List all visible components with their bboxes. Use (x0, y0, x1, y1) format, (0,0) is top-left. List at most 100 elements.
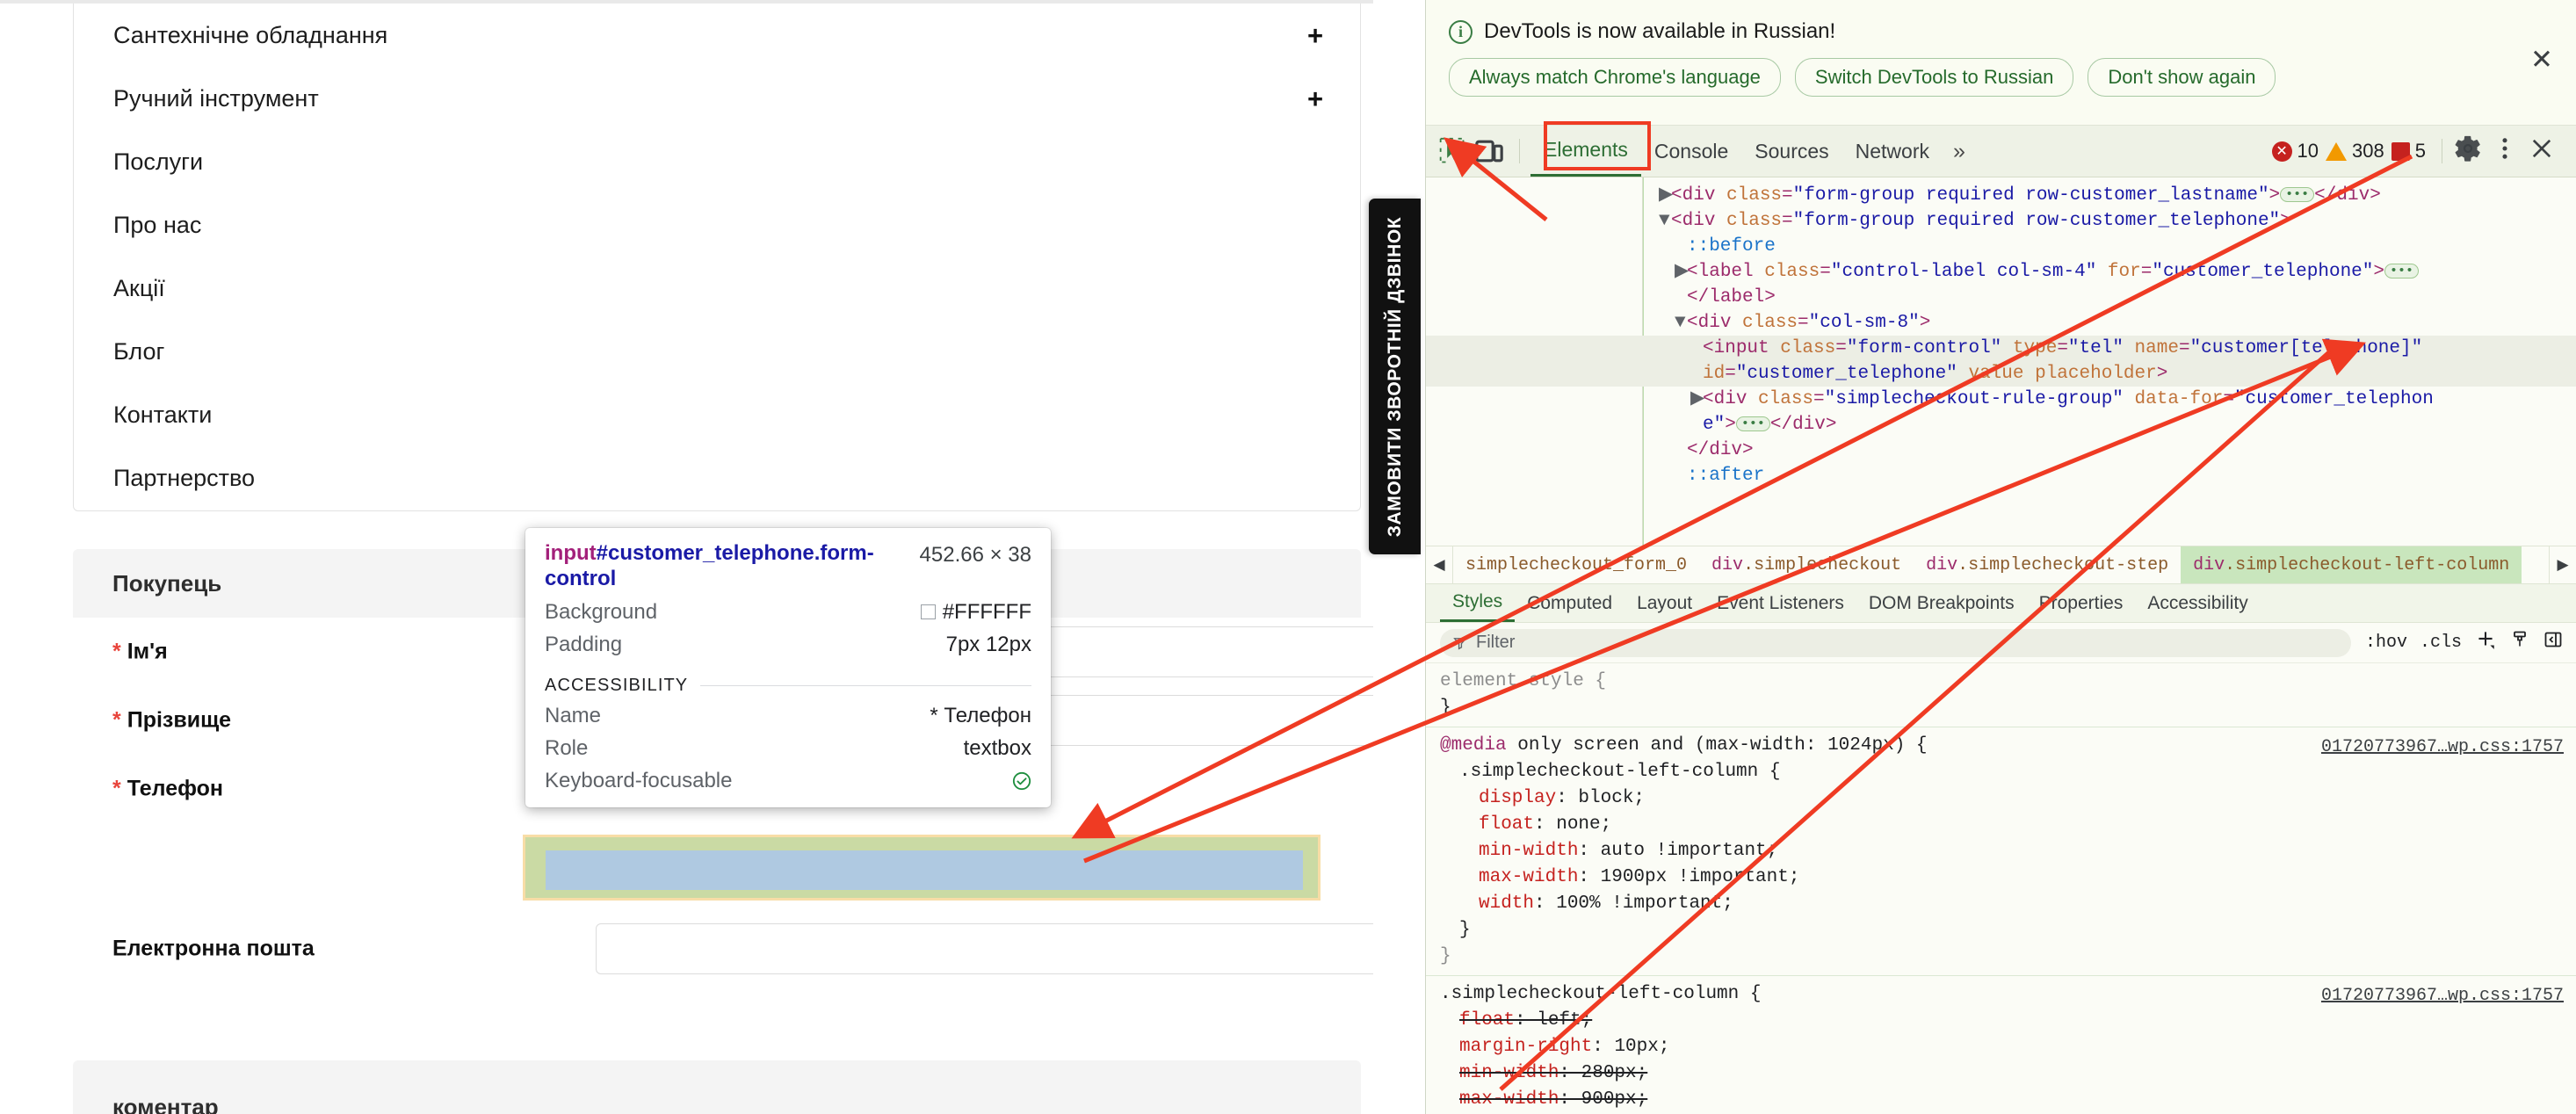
always-match-language-button[interactable]: Always match Chrome's language (1449, 58, 1781, 97)
close-notification-icon[interactable]: ✕ (2527, 46, 2557, 76)
dom-tree-line[interactable]: ::after (1426, 463, 2576, 488)
breadcrumb-item-2[interactable]: div .simplecheckout (1699, 546, 1914, 583)
expand-plus-icon[interactable]: + (1306, 85, 1325, 112)
twisty-expanded-icon[interactable]: ▼ (1675, 310, 1687, 336)
css-property-value[interactable]: : 10px; (1592, 1037, 1669, 1057)
breadcrumb-item-1[interactable]: simplecheckout_form_0 (1453, 546, 1699, 583)
styles-filter-input[interactable]: Filter (1440, 628, 2351, 657)
warning-counter[interactable]: 308 (2326, 140, 2384, 163)
css-property-value[interactable]: : none; (1534, 814, 1611, 835)
expand-plus-icon[interactable]: + (1306, 22, 1325, 49)
callback-request-tab[interactable]: ЗАМОВИТИ ЗВОРОТНІЙ ДЗВІНОК (1369, 199, 1421, 554)
expand-children-ellipsis-icon[interactable]: ••• (1735, 416, 1770, 431)
css-rule-source-link[interactable]: 01720773967…wp.css:1757 (2321, 983, 2564, 1009)
css-property-name[interactable]: max-width (1479, 867, 1578, 887)
devtools-tab-sources[interactable]: Sources (1741, 127, 1842, 177)
css-property-name[interactable]: float (1479, 814, 1534, 835)
devtools-tab-elements[interactable]: Elements (1530, 127, 1641, 177)
css-property-name[interactable]: max-width (1459, 1089, 1559, 1110)
menu-item-2[interactable]: Ручний інструмент + (74, 67, 1360, 130)
css-declaration[interactable]: min-width: 280px; (1440, 1060, 2564, 1087)
dom-tree-line[interactable]: </label> (1426, 285, 2576, 310)
settings-gear-icon[interactable] (2453, 134, 2488, 169)
css-property-name[interactable]: min-width (1459, 1063, 1559, 1083)
dom-tree-line[interactable]: <input class="form-control" type="tel" n… (1426, 336, 2576, 361)
menu-item-5[interactable]: Акції (74, 257, 1360, 320)
css-selector[interactable]: .simplecheckout-left-column { (1440, 759, 2564, 785)
menu-item-3[interactable]: Послуги (74, 130, 1360, 193)
css-declaration[interactable]: display: block; (1440, 785, 2564, 812)
css-selector[interactable]: element.style { (1440, 669, 2564, 695)
error-counter[interactable]: ✕ 10 (2271, 140, 2319, 163)
devtools-overflow-menu-icon[interactable] (2490, 134, 2525, 169)
inspect-element-icon[interactable] (1435, 134, 1470, 169)
styles-tab-computed[interactable]: Computed (1515, 584, 1624, 622)
css-property-value[interactable]: : 900px; (1559, 1089, 1647, 1110)
breadcrumb-item-3[interactable]: div .simplecheckout-step (1914, 546, 2181, 583)
expand-children-ellipsis-icon[interactable]: ••• (2384, 263, 2420, 278)
menu-item-1[interactable]: Сантехнічне обладнання + (74, 4, 1360, 67)
css-property-value[interactable]: : 100% !important; (1534, 893, 1733, 914)
css-declaration[interactable]: max-width: 1900px !important; (1440, 864, 2564, 891)
new-style-rule-icon[interactable] (2474, 628, 2497, 657)
css-declaration[interactable]: margin-right: 10px; (1440, 1034, 2564, 1060)
breadcrumb-scroll-right-icon[interactable]: ▶ (2549, 546, 2576, 583)
css-property-name[interactable]: display (1479, 788, 1556, 808)
css-declaration[interactable]: min-width: auto !important; (1440, 838, 2564, 864)
dom-tree-line[interactable]: e"> ••• </div> (1426, 412, 2576, 438)
dom-tree-panel[interactable]: ▶<div class="form-group required row-cus… (1426, 177, 2576, 546)
breadcrumb-item-4[interactable]: div .simplecheckout-left-column (2181, 546, 2522, 583)
css-property-name[interactable]: float (1459, 1010, 1515, 1031)
dom-tree-line[interactable]: ▼<div class="form-group required row-cus… (1426, 208, 2576, 234)
css-declaration[interactable]: float: left; (1440, 1008, 2564, 1034)
dom-tree-line[interactable]: id="customer_telephone" value placeholde… (1426, 361, 2576, 387)
css-property-value[interactable]: : 280px; (1559, 1063, 1647, 1083)
css-property-name[interactable]: width (1479, 893, 1534, 914)
dom-tree-line[interactable]: ▶<div class="form-group required row-cus… (1426, 183, 2576, 208)
hov-toggle-button[interactable]: :hov (2365, 633, 2407, 653)
dom-tree-line[interactable]: ▶<label class="control-label col-sm-4" f… (1426, 259, 2576, 285)
close-devtools-icon[interactable] (2527, 134, 2562, 169)
cls-toggle-button[interactable]: .cls (2420, 633, 2462, 653)
twisty-collapsed-icon[interactable]: ▶ (1659, 183, 1673, 208)
issue-counter[interactable]: 5 (2391, 140, 2426, 163)
menu-item-8[interactable]: Партнерство (74, 446, 1360, 510)
dom-tree-line[interactable]: ▼<div class="col-sm-8"> (1426, 310, 2576, 336)
css-rule-source-link[interactable]: 01720773967…wp.css:1757 (2321, 734, 2564, 761)
css-property-name[interactable]: min-width (1479, 841, 1578, 861)
breadcrumb-scroll-left-icon[interactable]: ◀ (1426, 546, 1453, 583)
css-property-value[interactable]: : 1900px !important; (1578, 867, 1799, 887)
styles-tab-accessibility[interactable]: Accessibility (2135, 584, 2260, 622)
css-property-name[interactable]: margin-right (1459, 1037, 1592, 1057)
dom-tree-line[interactable]: ::before (1426, 234, 2576, 259)
devtools-tab-network[interactable]: Network (1842, 127, 1943, 177)
css-property-value[interactable]: : block; (1556, 788, 1645, 808)
more-panels-icon[interactable]: » (1943, 139, 1976, 164)
devtools-tab-console[interactable]: Console (1641, 127, 1741, 177)
twisty-expanded-icon[interactable]: ▼ (1659, 208, 1671, 234)
menu-item-7[interactable]: Контакти (74, 383, 1360, 446)
styles-tab-event-listeners[interactable]: Event Listeners (1704, 584, 1856, 622)
css-declaration[interactable]: width: 100% !important; (1440, 891, 2564, 917)
twisty-collapsed-icon[interactable]: ▶ (1675, 259, 1689, 285)
css-property-value[interactable]: : left; (1515, 1010, 1592, 1031)
computed-styles-sidebar-icon[interactable] (2509, 629, 2530, 656)
styles-tab-layout[interactable]: Layout (1624, 584, 1704, 622)
toggle-sidebar-icon[interactable] (2543, 629, 2564, 656)
dom-tree-line[interactable]: ▶<div class="simplecheckout-rule-group" … (1426, 387, 2576, 412)
styles-tab-styles[interactable]: Styles (1440, 584, 1516, 622)
css-property-value[interactable]: : auto !important; (1578, 841, 1777, 861)
twisty-collapsed-icon[interactable]: ▶ (1690, 387, 1704, 412)
css-declaration[interactable]: float: none; (1440, 812, 2564, 838)
styles-tab-dom-breakpoints[interactable]: DOM Breakpoints (1856, 584, 2027, 622)
device-toolbar-icon[interactable] (1472, 134, 1507, 169)
expand-children-ellipsis-icon[interactable]: ••• (2280, 186, 2315, 202)
field-input[interactable] (596, 923, 1373, 974)
dom-tree-line[interactable]: </div> (1426, 438, 2576, 463)
css-declaration[interactable]: max-width: 900px; (1440, 1087, 2564, 1113)
menu-item-6[interactable]: Блог (74, 320, 1360, 383)
switch-to-russian-button[interactable]: Switch DevTools to Russian (1794, 58, 2074, 97)
menu-item-4[interactable]: Про нас (74, 193, 1360, 257)
styles-tab-properties[interactable]: Properties (2027, 584, 2136, 622)
dont-show-again-button[interactable]: Don't show again (2088, 58, 2276, 97)
